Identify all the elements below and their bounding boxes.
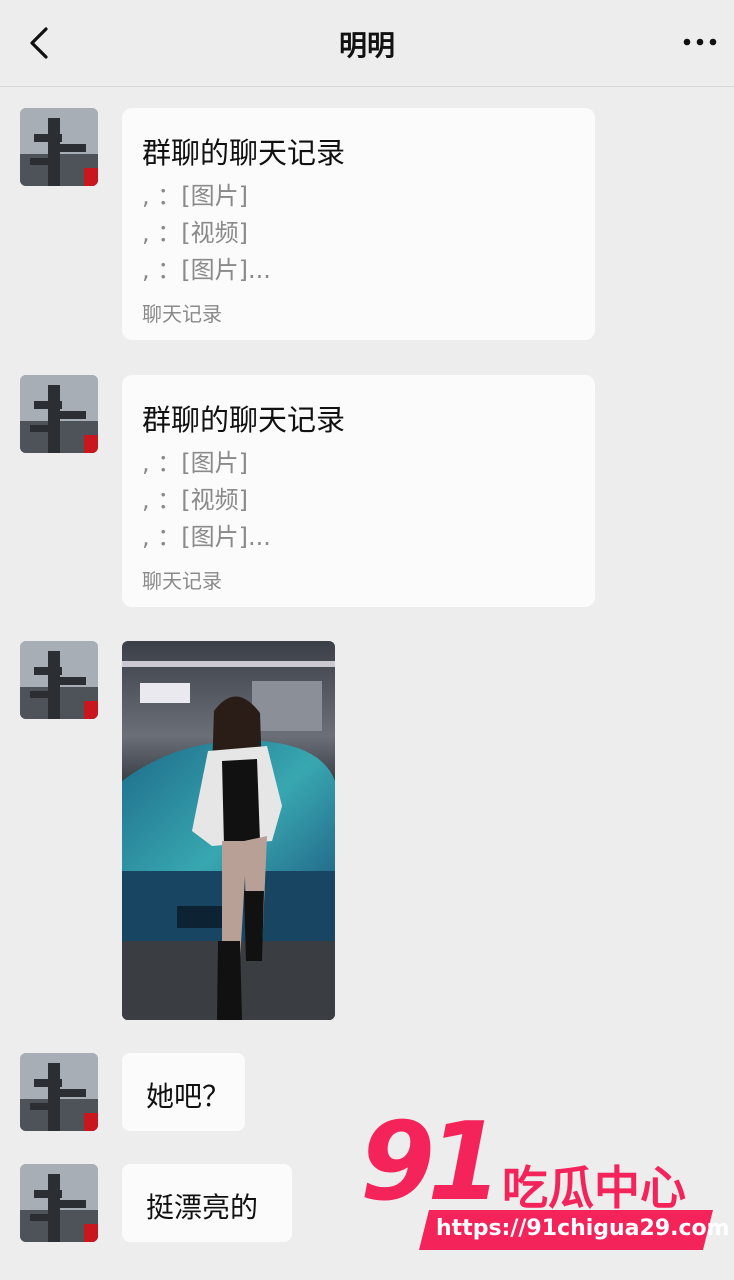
avatar[interactable] (20, 375, 98, 453)
text-message-bubble[interactable]: 她吧？ (122, 1053, 245, 1131)
chat-record-line: , ：[图片]... (142, 523, 271, 551)
message-text: 她吧？ (146, 1080, 231, 1113)
chat-record-footer: 聊天记录 (142, 569, 222, 593)
photo-message[interactable] (122, 641, 335, 1020)
avatar-image (20, 108, 98, 186)
photo-image (122, 641, 335, 1020)
chat-record-line: , ：[视频] (142, 486, 248, 514)
text-message-bubble[interactable]: 挺漂亮的 (122, 1164, 292, 1242)
avatar-image (20, 1053, 98, 1131)
avatar-image (20, 375, 98, 453)
chat-record-title: 群聊的聊天记录 (142, 136, 346, 170)
watermark-url: https://91chigua29.com (436, 1216, 730, 1241)
avatar-image (20, 641, 98, 719)
avatar[interactable] (20, 641, 98, 719)
avatar[interactable] (20, 1164, 98, 1242)
avatar-image (20, 1164, 98, 1242)
avatar[interactable] (20, 1053, 98, 1131)
chat-record-line: , ：[图片] (142, 182, 248, 210)
chat-record-line: , ：[图片]... (142, 256, 271, 284)
chat-title: 明明 (338, 29, 395, 62)
avatar[interactable] (20, 108, 98, 186)
more-options-icon[interactable] (680, 24, 720, 60)
chat-record-footer: 聊天记录 (142, 302, 222, 326)
watermark-brand: 吃瓜中心 (502, 1161, 686, 1215)
chat-record-title: 群聊的聊天记录 (142, 403, 346, 437)
message-text: 挺漂亮的 (146, 1191, 259, 1224)
chat-record-card[interactable]: 群聊的聊天记录 , ：[图片] , ：[视频] , ：[图片]... 聊天记录 (122, 108, 595, 340)
chat-record-card[interactable]: 群聊的聊天记录 , ：[图片] , ：[视频] , ：[图片]... 聊天记录 (122, 375, 595, 607)
chat-record-line: , ：[图片] (142, 449, 248, 477)
watermark: 91 吃瓜中心 https://91chigua29.com (360, 1100, 730, 1262)
watermark-number: 91 (360, 1100, 502, 1225)
top-bar: 明明 (0, 0, 734, 87)
chat-record-line: , ：[视频] (142, 219, 248, 247)
